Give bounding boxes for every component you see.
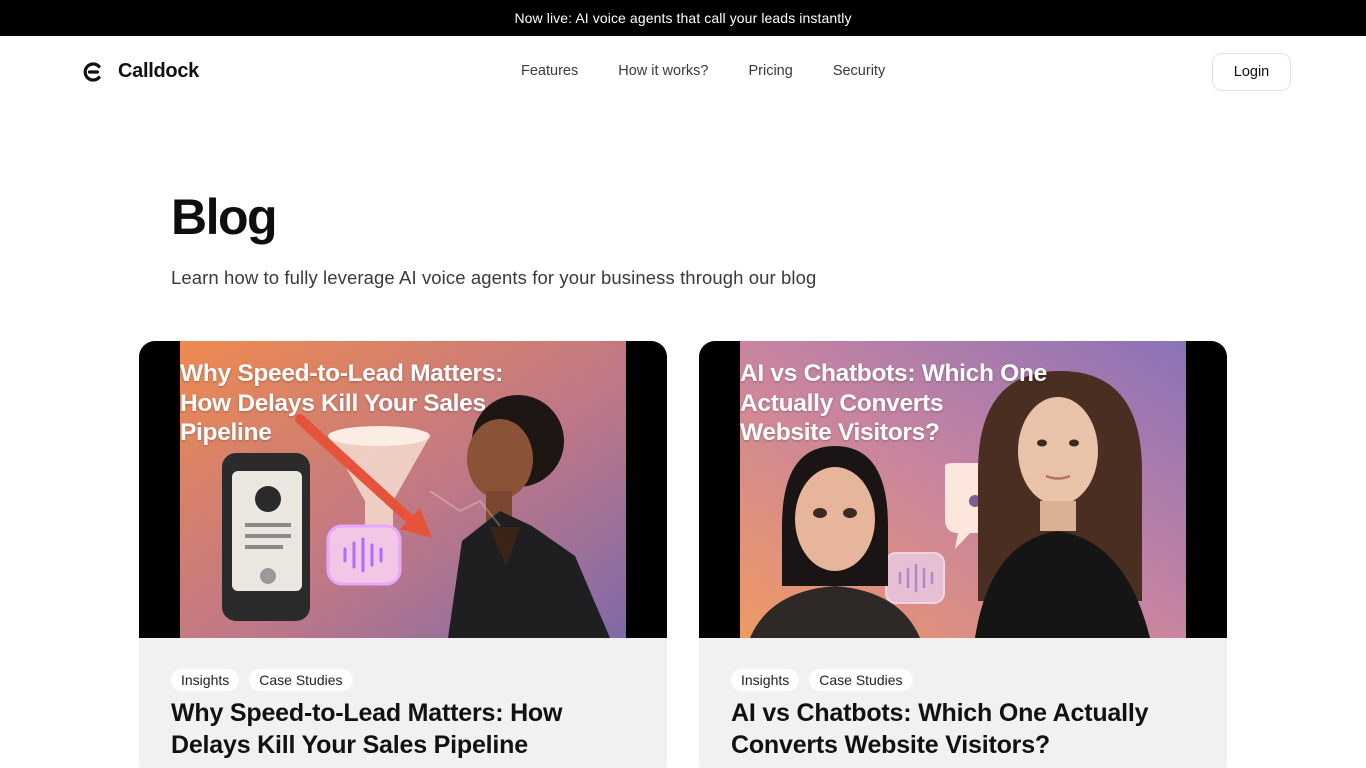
login-button[interactable]: Login bbox=[1212, 53, 1291, 91]
thumbnail-line: Pipeline bbox=[180, 419, 272, 446]
main-menu: Features How it works? Pricing Security bbox=[521, 63, 885, 79]
announcement-text: Now live: AI voice agents that call your… bbox=[514, 10, 852, 26]
thumbnail-headline: Why Speed-to-Lead Matters: How Delays Ki… bbox=[180, 359, 503, 448]
post-title-line: AI vs Chatbots: Which One Actually bbox=[731, 699, 1149, 727]
tag-case-studies[interactable]: Case Studies bbox=[809, 669, 913, 691]
brand-name: Calldock bbox=[118, 60, 199, 82]
page-subtitle: Learn how to fully leverage AI voice age… bbox=[171, 267, 817, 288]
nav-link-how-it-works[interactable]: How it works? bbox=[618, 63, 708, 79]
post-title[interactable]: Why Speed-to-Lead Matters: How Delays Ki… bbox=[171, 697, 641, 761]
tag-insights[interactable]: Insights bbox=[171, 669, 240, 691]
announcement-bar: Now live: AI voice agents that call your… bbox=[0, 0, 1366, 36]
nav-link-features[interactable]: Features bbox=[521, 63, 578, 79]
post-thumbnail: Why Speed-to-Lead Matters: How Delays Ki… bbox=[139, 341, 667, 638]
tag-insights[interactable]: Insights bbox=[731, 669, 800, 691]
thumbnail-line: How Delays Kill Your Sales bbox=[180, 389, 486, 417]
brand-logo-link[interactable]: Calldock bbox=[82, 60, 199, 83]
post-thumbnail: AI vs Chatbots: Which One Actually Conve… bbox=[699, 341, 1227, 638]
post-title-line: Why Speed-to-Lead Matters: How bbox=[171, 699, 563, 727]
thumbnail-line: Website Visitors? bbox=[740, 419, 940, 446]
post-title-line: Converts Website Visitors? bbox=[731, 731, 1050, 759]
post-tags: Insights Case Studies bbox=[171, 669, 353, 691]
nav-link-pricing[interactable]: Pricing bbox=[748, 63, 792, 79]
page-title: Blog bbox=[171, 189, 278, 245]
thumbnail-headline: AI vs Chatbots: Which One Actually Conve… bbox=[740, 359, 1047, 448]
nav-link-security[interactable]: Security bbox=[833, 63, 885, 79]
calldock-logo-icon bbox=[83, 61, 101, 82]
post-tags: Insights Case Studies bbox=[731, 669, 913, 691]
blog-post-card[interactable]: AI vs Chatbots: Which One Actually Conve… bbox=[699, 341, 1227, 768]
top-navigation: Calldock Features How it works? Pricing … bbox=[0, 36, 1366, 108]
thumbnail-line: Actually Converts bbox=[740, 389, 944, 417]
thumbnail-line: AI vs Chatbots: Which One bbox=[740, 360, 1047, 387]
blog-post-card[interactable]: Why Speed-to-Lead Matters: How Delays Ki… bbox=[139, 341, 667, 768]
thumbnail-line: Why Speed-to-Lead Matters: bbox=[180, 360, 503, 387]
tag-case-studies[interactable]: Case Studies bbox=[249, 669, 353, 691]
post-title-line: Delays Kill Your Sales Pipeline bbox=[171, 731, 528, 759]
post-title[interactable]: AI vs Chatbots: Which One Actually Conve… bbox=[731, 697, 1201, 761]
